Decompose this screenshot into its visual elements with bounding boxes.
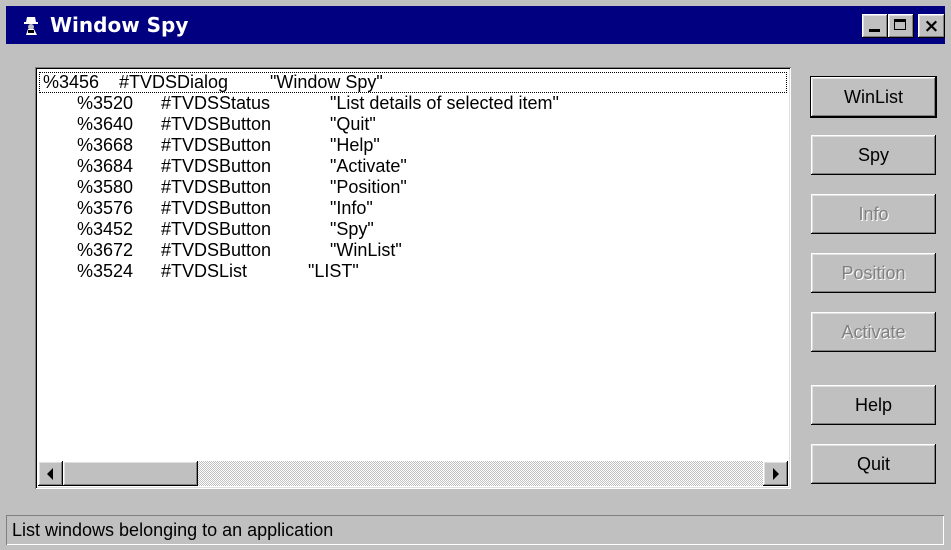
item-handle: %3456 [43, 72, 100, 92]
item-handle: %3640 [77, 114, 134, 134]
maximize-button[interactable] [888, 14, 914, 38]
list-item[interactable]: %3520 #TVDSStatus "List details of selec… [39, 93, 787, 114]
item-handle: %3576 [77, 198, 134, 218]
scroll-left-button[interactable] [38, 461, 63, 486]
status-bar: List windows belonging to an application [6, 515, 944, 545]
item-handle: %3672 [77, 240, 134, 260]
scrollbar-thumb[interactable] [63, 461, 198, 486]
list-item[interactable]: %3672 #TVDSButton "WinList" [39, 240, 787, 261]
arrow-right-icon [773, 468, 779, 480]
list-item[interactable]: %3640 #TVDSButton "Quit" [39, 114, 787, 135]
item-handle: %3520 [77, 93, 134, 113]
spy-button[interactable]: Spy [811, 135, 936, 175]
list-item[interactable]: %3684 #TVDSButton "Activate" [39, 156, 787, 177]
window-spy-window: Window Spy × %3456 #TVDSDialog "Window S… [0, 0, 951, 550]
item-class: #TVDSButton [161, 156, 272, 176]
minimize-button[interactable] [862, 14, 888, 38]
item-class: #TVDSList [161, 261, 248, 281]
window-list[interactable]: %3456 #TVDSDialog "Window Spy" %3520 #TV… [35, 67, 791, 489]
item-class: #TVDSButton [161, 114, 272, 134]
info-button[interactable]: Info [811, 194, 936, 234]
item-class: #TVDSDialog [119, 72, 229, 92]
item-handle: %3684 [77, 156, 134, 176]
list-item[interactable]: %3580 #TVDSButton "Position" [39, 177, 787, 198]
item-class: #TVDSButton [161, 198, 272, 218]
position-button[interactable]: Position [811, 253, 936, 293]
list-item[interactable]: %3452 #TVDSButton "Spy" [39, 219, 787, 240]
title-bar[interactable]: Window Spy × [6, 6, 945, 44]
item-text: "Info" [330, 198, 373, 218]
close-button[interactable]: × [918, 14, 945, 38]
maximize-icon [894, 19, 906, 30]
item-text: "Position" [330, 177, 407, 197]
item-class: #TVDSButton [161, 240, 272, 260]
item-handle: %3580 [77, 177, 134, 197]
window-title: Window Spy [50, 13, 189, 37]
item-text: "Window Spy" [270, 72, 383, 92]
item-handle: %3524 [77, 261, 134, 281]
item-text: "Help" [330, 135, 380, 155]
item-text: "LIST" [308, 261, 359, 281]
item-text: "WinList" [330, 240, 402, 260]
help-button[interactable]: Help [811, 385, 936, 425]
list-item[interactable]: %3576 #TVDSButton "Info" [39, 198, 787, 219]
item-text: "Spy" [330, 219, 374, 239]
item-class: #TVDSButton [161, 177, 272, 197]
status-text: List windows belonging to an application [12, 520, 334, 540]
item-text: "Quit" [330, 114, 376, 134]
item-text: "List details of selected item" [330, 93, 559, 113]
minimize-icon [869, 29, 880, 32]
winlist-button[interactable]: WinList [811, 77, 936, 117]
activate-button[interactable]: Activate [811, 312, 936, 352]
item-text: "Activate" [330, 156, 407, 176]
item-class: #TVDSStatus [161, 93, 271, 113]
item-class: #TVDSButton [161, 219, 272, 239]
item-handle: %3668 [77, 135, 134, 155]
list-item[interactable]: %3668 #TVDSButton "Help" [39, 135, 787, 156]
horizontal-scrollbar[interactable] [38, 461, 788, 486]
item-handle: %3452 [77, 219, 134, 239]
list-item-selected[interactable]: %3456 #TVDSDialog "Window Spy" [39, 72, 787, 93]
arrow-left-icon [47, 468, 53, 480]
list-item[interactable]: %3524 #TVDSList "LIST" [39, 261, 787, 282]
item-class: #TVDSButton [161, 135, 272, 155]
quit-button[interactable]: Quit [811, 444, 936, 484]
scroll-right-button[interactable] [763, 461, 788, 486]
window-list-rows: %3456 #TVDSDialog "Window Spy" %3520 #TV… [39, 72, 787, 282]
spy-icon [20, 14, 42, 36]
close-icon: × [923, 15, 940, 37]
